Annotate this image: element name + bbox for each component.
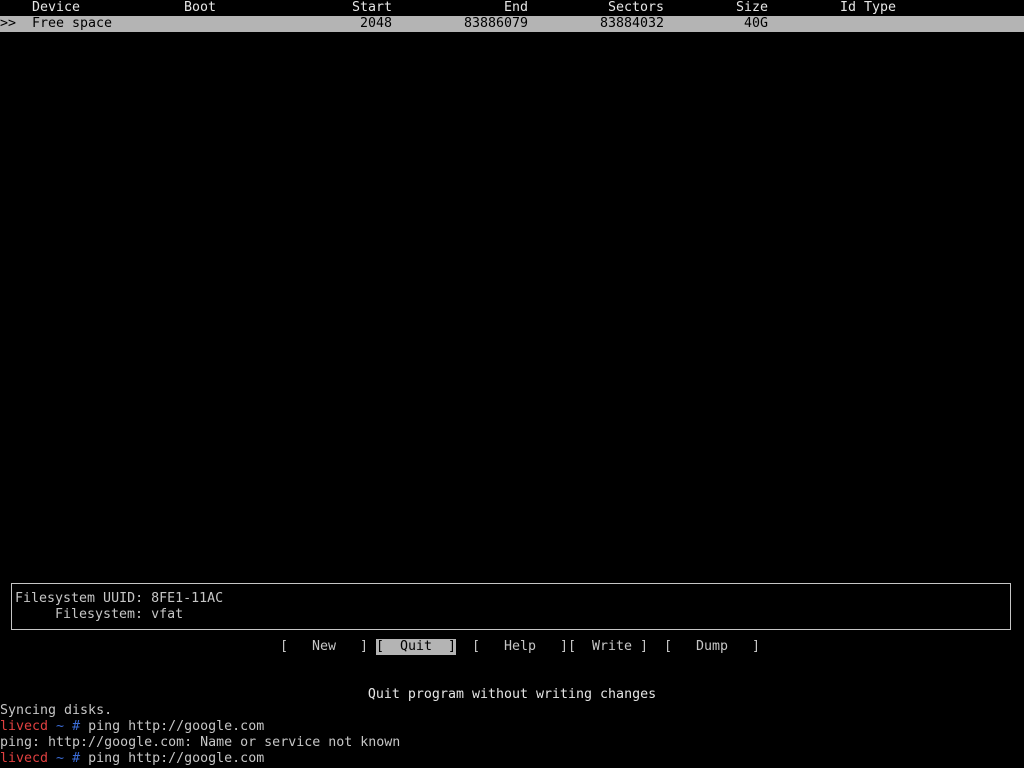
fs-value: vfat: [151, 607, 184, 622]
header-device: Device: [32, 0, 81, 15]
prompt-host: livecd: [0, 751, 49, 766]
write-button[interactable]: [ Write ]: [568, 639, 648, 655]
prompt-symbol: ~ #: [48, 719, 81, 734]
uuid-value: 8FE1-11AC: [151, 591, 224, 606]
header-size: Size: [735, 0, 768, 15]
row-device: Free space: [32, 16, 113, 31]
fs-label: Filesystem:: [55, 607, 144, 622]
action-menu: [ New ] [ Quit ] [ Help ] [ Write ] [ Du…: [0, 639, 1024, 655]
partition-info-box: Filesystem UUID: 8FE1-11AC Filesystem: v…: [11, 583, 1011, 630]
terminal-prompt-line[interactable]: livecd ~ # ping http://google.com: [0, 751, 264, 767]
menu-hint: Quit program without writing changes: [367, 687, 657, 702]
row-size: 40G: [743, 16, 768, 31]
table-header: Device Boot Start End Sectors Size Id Ty…: [0, 0, 1024, 16]
help-button[interactable]: [ Help ]: [472, 639, 568, 655]
quit-button[interactable]: [ Quit ]: [376, 639, 457, 655]
prompt-symbol: ~ #: [48, 751, 81, 766]
terminal-prompt-line: livecd ~ # ping http://google.com: [0, 719, 264, 735]
table-row[interactable]: >> Free space 2048 83886079 83884032 40G: [0, 16, 1024, 32]
row-start: 2048: [359, 16, 392, 31]
prompt-host: livecd: [0, 719, 49, 734]
header-id-type: Id Type: [840, 0, 897, 15]
row-sectors: 83884032: [599, 16, 664, 31]
selection-marker: >>: [0, 16, 17, 31]
terminal-line-sync: Syncing disks.: [0, 703, 113, 718]
info-uuid-line: Filesystem UUID: 8FE1-11AC: [15, 591, 223, 607]
header-boot: Boot: [184, 0, 217, 15]
header-end: End: [503, 0, 528, 15]
prompt-command: ping http://google.com: [80, 719, 265, 734]
info-fs-line: Filesystem: vfat: [55, 607, 183, 623]
uuid-label: Filesystem UUID:: [15, 591, 144, 606]
terminal-line-error: ping: http://google.com: Name or service…: [0, 735, 401, 750]
row-end: 83886079: [463, 16, 528, 31]
header-sectors: Sectors: [607, 0, 664, 15]
header-start: Start: [351, 0, 392, 15]
dump-button[interactable]: [ Dump ]: [664, 639, 760, 655]
prompt-command: ping http://google.com: [80, 751, 265, 766]
new-button[interactable]: [ New ]: [280, 639, 368, 655]
